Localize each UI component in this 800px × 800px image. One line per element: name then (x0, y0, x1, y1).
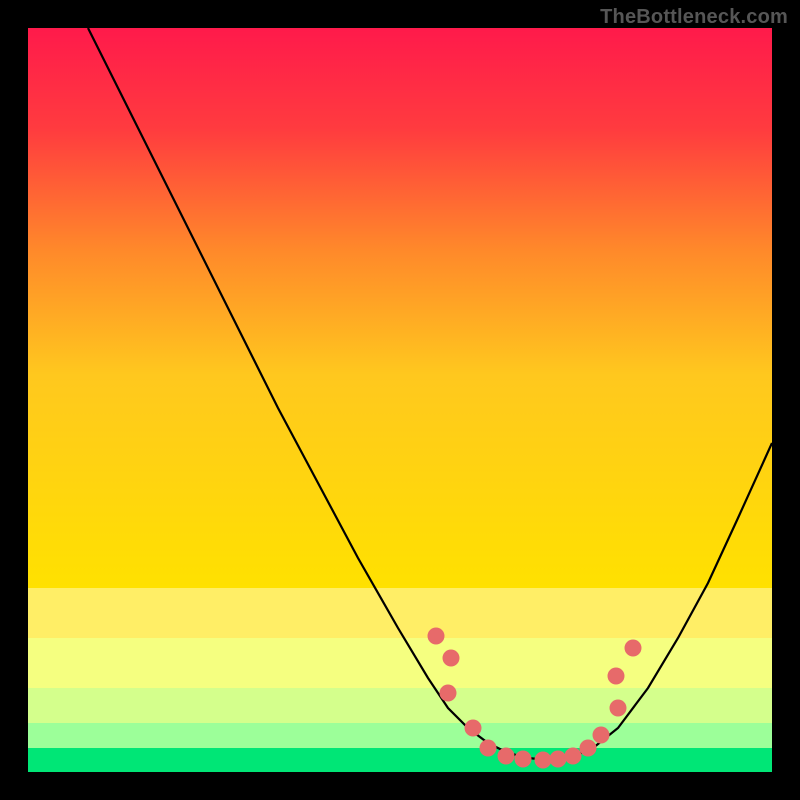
data-dot (580, 740, 597, 757)
data-dot (443, 650, 460, 667)
bottleneck-curve-chart (28, 28, 772, 772)
data-dot (610, 700, 627, 717)
data-dot (515, 751, 532, 768)
data-dot (565, 748, 582, 765)
chart-frame (28, 28, 772, 772)
data-dot (465, 720, 482, 737)
data-dot (593, 727, 610, 744)
data-dot (498, 748, 515, 765)
data-dot (428, 628, 445, 645)
data-dot (440, 685, 457, 702)
data-dot (625, 640, 642, 657)
data-dot (608, 668, 625, 685)
data-dot (550, 751, 567, 768)
data-dot (480, 740, 497, 757)
attribution-text: TheBottleneck.com (600, 6, 788, 29)
data-dot (535, 752, 552, 769)
gradient-background (28, 28, 772, 772)
